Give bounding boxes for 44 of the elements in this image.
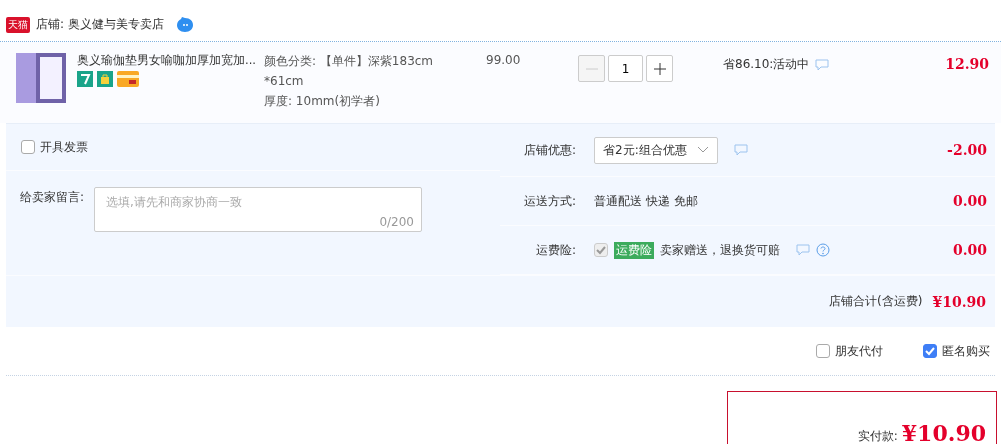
invoice-label[interactable]: 开具发票 [40,138,88,156]
quantity-field[interactable]: 1 [608,55,643,82]
payment-amount: ¥10.90 [901,421,986,444]
discount-amount: -2.00 [947,142,987,158]
option-label[interactable]: 匿名购买 [942,342,990,360]
plus-button[interactable] [646,55,673,82]
comment-icon[interactable] [815,58,830,71]
discount-label: 店铺优惠: [522,141,576,159]
shop-name[interactable]: 店铺: 奥义健与美专卖店 [36,16,164,33]
insurance-tag: 运费险 [614,241,654,259]
invoice-checkbox[interactable] [21,140,35,154]
help-icon[interactable] [816,243,830,257]
payment-label: 实付款: [857,428,898,444]
shipping-method: 普通配送 快递 免邮 [594,192,698,210]
sku-text: *61cm [264,73,305,89]
option-checkbox[interactable] [816,344,830,358]
message-label: 给卖家留言: [20,189,86,206]
discount-dropdown[interactable]: 省2元:组合优惠 [594,136,718,164]
subtotal-price: 12.90 [945,56,989,72]
option-checkbox[interactable] [923,344,937,358]
sku-text: 厚度: 10mm(初学者) [264,93,381,109]
card-icon [117,71,139,87]
shipping-label: 运送方式: [522,192,576,210]
option-label[interactable]: 朋友代付 [835,342,883,360]
insurance-amount: 0.00 [952,242,987,258]
product-title[interactable]: 奥义瑜伽垫男女喻咖加厚加宽加... [77,53,262,68]
chat-bubble-icon[interactable] [175,16,194,33]
shop-total-label: 店铺合计(含运费) [829,293,923,310]
seven-day-return-icon [77,71,93,87]
shop-total-amount: ¥10.90 [932,293,986,310]
product-image[interactable] [16,53,66,103]
insurance-text: 卖家赠送，退换货可赔 [660,241,780,259]
unit-price: 99.00 [486,53,522,67]
chevron-down-icon [696,146,709,154]
sku-text: 颜色分类: 【单件】深紫183cm [264,53,435,69]
comment-icon[interactable] [796,244,810,256]
comment-icon[interactable] [733,144,748,156]
shipping-amount: 0.00 [952,193,987,209]
tmall-logo: 天猫 [6,16,30,33]
plus-icon [653,62,666,75]
insurance-label: 运费险: [534,241,576,259]
character-counter: 0/200 [379,215,414,229]
promo-text: 省86.10:活动中 [723,56,810,73]
bag-icon [97,71,113,87]
